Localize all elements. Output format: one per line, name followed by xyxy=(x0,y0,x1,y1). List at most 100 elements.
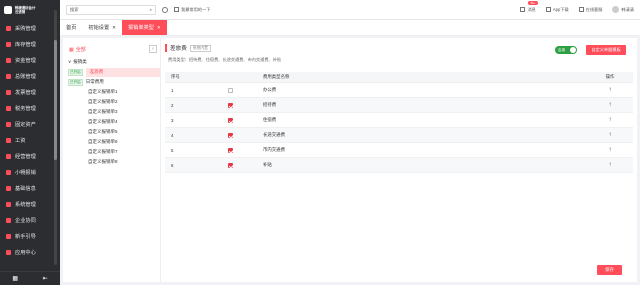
reimburse-icon xyxy=(6,169,11,175)
bell-icon xyxy=(520,7,526,12)
chart-icon xyxy=(6,153,11,159)
tax-icon xyxy=(6,105,11,111)
expense-type-table: 序号 费用类型名称 操作 1 办公费 ↑ 2 招待费 ↑ 3 住宿费 ↑ 4 长途交通费 ↑ 5 市内交通… xyxy=(165,72,633,173)
row-checkbox[interactable] xyxy=(227,147,233,153)
move-up-icon[interactable]: ↑ xyxy=(609,132,612,138)
headset-icon xyxy=(578,7,584,12)
tab-reimburse-types[interactable]: 报销单类型 ✕ xyxy=(121,20,167,35)
move-up-icon[interactable]: ↑ xyxy=(609,117,612,123)
row-checkbox[interactable] xyxy=(227,102,233,108)
money-icon xyxy=(6,57,11,63)
sidebar-item[interactable]: 工资 xyxy=(0,132,60,148)
sidebar-item-label: 发票管理 xyxy=(15,89,36,96)
tree-item[interactable]: 自定义报销单1 xyxy=(68,87,160,97)
sidebar-item[interactable]: 系统管理 xyxy=(0,196,60,212)
sidebar: 畅捷通好会计 云进销 采购管理库存管理资金管理总账管理发票管理税务管理固定资产工… xyxy=(0,0,60,285)
user-menu[interactable]: 韩清清 xyxy=(612,6,634,13)
tree-item-label: 自定义报销单8 xyxy=(88,159,118,164)
row-checkbox[interactable] xyxy=(227,87,233,93)
sidebar-item-label: 采购管理 xyxy=(15,25,36,32)
sidebar-item[interactable]: 库存管理 xyxy=(0,36,60,52)
tree-item-label: 自定义报销单2 xyxy=(88,99,118,104)
app-download-button[interactable]: App下载 xyxy=(545,7,569,13)
sidebar-item[interactable]: 采购管理 xyxy=(0,20,60,36)
favorites-link[interactable]: 我最常用的一下 xyxy=(174,7,210,13)
enable-toggle[interactable]: 启用 xyxy=(555,46,577,54)
bookmark-icon xyxy=(174,7,179,12)
tree-item[interactable]: 自定义报销单2 xyxy=(68,97,160,107)
tab-home[interactable]: 首页 xyxy=(60,20,82,35)
chevron-down-icon[interactable]: ∨ xyxy=(68,59,71,65)
collapse-left-button[interactable]: ‹ xyxy=(149,45,157,53)
col-op: 操作 xyxy=(605,74,615,79)
grid-icon[interactable]: ▦ xyxy=(12,275,18,282)
sidebar-item[interactable]: 经营管理 xyxy=(0,148,60,164)
search-icon[interactable]: ⌕ xyxy=(150,7,152,12)
tree-item[interactable]: 自定义报销单7 xyxy=(68,147,160,157)
tab-label: 初始设置 xyxy=(88,25,110,31)
collapse-arrow-icon[interactable]: ⇤ xyxy=(43,275,48,282)
settings-icon[interactable] xyxy=(162,6,168,13)
move-up-icon[interactable]: ↑ xyxy=(609,147,612,153)
service-button[interactable]: 在线客服 xyxy=(578,7,602,13)
tree-item[interactable]: 自定义报销单6 xyxy=(68,137,160,147)
tree-item-label: 日常费用 xyxy=(85,79,104,84)
phone-icon xyxy=(545,7,551,12)
sidebar-item[interactable]: 小畅报销 xyxy=(0,164,60,180)
tree-item-label: 自定义报销单5 xyxy=(88,129,118,134)
row-no: 5 xyxy=(171,147,174,153)
tree-root[interactable]: ▦ 全部 xyxy=(69,46,86,54)
sidebar-item-label: 税务管理 xyxy=(15,105,36,112)
table-row: 3 住宿费 ↑ xyxy=(165,113,633,128)
close-icon[interactable]: ✕ xyxy=(157,25,161,31)
custom-template-button[interactable]: 自定义单据模板 xyxy=(586,45,626,55)
sidebar-item[interactable]: 总账管理 xyxy=(0,68,60,84)
move-up-icon[interactable]: ↑ xyxy=(609,162,612,168)
sidebar-item-label: 企业协同 xyxy=(15,217,36,224)
row-checkbox[interactable] xyxy=(227,117,233,123)
sidebar-scrollbar[interactable] xyxy=(54,10,57,265)
table-row: 6 补贴 ↑ xyxy=(165,158,633,173)
save-button[interactable]: 保存 xyxy=(597,265,622,275)
enabled-tag: 已开启 xyxy=(68,78,83,86)
search-input[interactable]: 搜索 ⌕ xyxy=(66,4,156,15)
topbar: 搜索 ⌕ 我最常用的一下 99+ 消息 App下载 在线客服 韩清清 xyxy=(60,0,640,20)
table-body: 1 办公费 ↑ 2 招待费 ↑ 3 住宿费 ↑ 4 长途交通费 ↑ 5 市内交通费 ↑ 6 补贴 ↑ xyxy=(165,83,633,173)
move-up-icon[interactable]: ↑ xyxy=(609,87,612,93)
row-name: 市内交通费 xyxy=(263,147,285,152)
sidebar-item[interactable]: 税务管理 xyxy=(0,100,60,116)
types-summary: 费用类型：招待费、住宿费、长途交通费、市内交通费、补贴 xyxy=(168,57,282,62)
sidebar-item[interactable]: 基础信息 xyxy=(0,180,60,196)
close-icon[interactable]: ✕ xyxy=(112,25,116,31)
tree-item[interactable]: 自定义报销单8 xyxy=(68,157,160,167)
move-up-icon[interactable]: ↑ xyxy=(609,102,612,108)
sidebar-item[interactable]: 企业协同 xyxy=(0,212,60,228)
tree-item[interactable]: 已开启 日常费用 xyxy=(68,77,160,87)
tab-initial-settings[interactable]: 初始设置 ✕ xyxy=(82,20,122,35)
tree-item[interactable]: 已开启 差旅费 xyxy=(68,67,160,77)
row-checkbox[interactable] xyxy=(227,132,233,138)
notice-button[interactable]: 99+ 消息 xyxy=(520,0,538,13)
sidebar-item-label: 小畅报销 xyxy=(15,169,36,176)
asset-icon xyxy=(6,121,11,127)
tree-item[interactable]: 自定义报销单4 xyxy=(68,117,160,127)
tree-item[interactable]: 自定义报销单5 xyxy=(68,127,160,137)
sidebar-item[interactable]: 应用中心 xyxy=(0,244,60,260)
row-checkbox[interactable] xyxy=(227,162,233,168)
sidebar-item[interactable]: 发票管理 xyxy=(0,84,60,100)
tree-item-label: 自定义报销单1 xyxy=(88,89,118,94)
sidebar-item[interactable]: 新手引导 xyxy=(0,228,60,244)
sidebar-item-label: 资金管理 xyxy=(15,57,36,64)
tree-item[interactable]: 自定义报销单3 xyxy=(68,107,160,117)
tab-label: 首页 xyxy=(66,25,77,31)
sidebar-item[interactable]: 资金管理 xyxy=(0,52,60,68)
folder-icon: ▦ xyxy=(69,46,74,53)
detail-panel: 差旅费 系统内置 费用类型：招待费、住宿费、长途交通费、市内交通费、补贴 启用 … xyxy=(165,38,635,282)
sidebar-item-label: 新手引导 xyxy=(15,233,36,240)
row-no: 3 xyxy=(171,117,174,123)
tree-item[interactable]: ∨ 报销类 xyxy=(68,57,160,67)
tree-item-label: 自定义报销单4 xyxy=(88,119,118,124)
col-no: 序号 xyxy=(171,74,180,79)
brand-logo[interactable]: 畅捷通好会计 云进销 xyxy=(0,0,60,20)
sidebar-item[interactable]: 固定资产 xyxy=(0,116,60,132)
